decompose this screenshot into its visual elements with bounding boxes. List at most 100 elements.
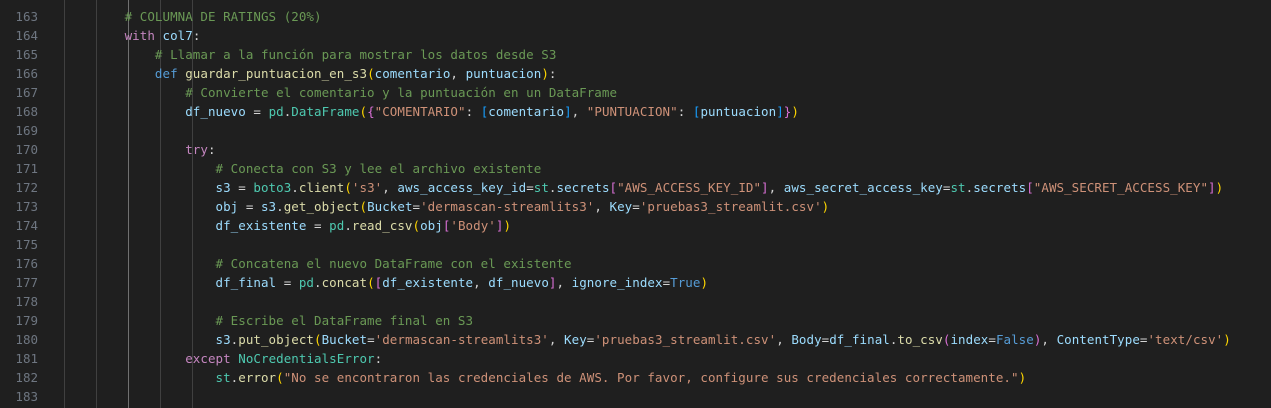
code-token: . — [314, 275, 322, 290]
code-token: ( — [412, 218, 421, 233]
code-token: pd — [298, 275, 315, 290]
code-token: "AWS_ACCESS_KEY_ID" — [617, 180, 762, 195]
line-number: 181 — [15, 351, 38, 366]
line-number: 177 — [15, 275, 38, 290]
code-token: comentario — [374, 66, 451, 81]
code-token: { — [367, 104, 375, 119]
code-token: with — [124, 28, 155, 43]
code-token: index — [950, 332, 989, 347]
code-line[interactable]: 177 df_final = pd.concat([df_existente, … — [0, 273, 1271, 292]
code-token: . — [291, 180, 299, 195]
code-token: df_existente — [215, 218, 307, 233]
code-token: "No se encontraron las credenciales de A… — [283, 370, 1019, 385]
code-token: get_object — [283, 199, 360, 214]
code-token: ContentType — [1056, 332, 1140, 347]
code-token: pd — [268, 104, 284, 119]
code-line[interactable]: 171 # Conecta con S3 y lee el archivo ex… — [0, 159, 1271, 178]
code-token: # Conecta con S3 y lee el archivo existe… — [215, 161, 542, 176]
code-token: Body — [791, 332, 822, 347]
code-text: except NoCredentialsError: — [64, 349, 382, 368]
code-token: ] — [776, 104, 784, 119]
code-token: def — [154, 66, 178, 81]
code-line[interactable]: 181 except NoCredentialsError: — [0, 349, 1271, 368]
code-text: def guardar_puntuacion_en_s3(comentario,… — [64, 64, 557, 83]
code-token: NoCredentialsError — [238, 351, 375, 366]
code-line[interactable]: 163 # COLUMNA DE RATINGS (20%) — [0, 7, 1271, 26]
code-line[interactable]: 168 df_nuevo = pd.DataFrame({"COMENTARIO… — [0, 102, 1271, 121]
code-token: ( — [359, 104, 368, 119]
code-token: ( — [314, 332, 322, 347]
code-token: 'text/csv' — [1147, 332, 1224, 347]
code-token: st — [950, 180, 966, 195]
code-token: ) — [541, 66, 549, 81]
code-token: ) — [791, 104, 799, 119]
code-line[interactable]: 178 — [0, 292, 1271, 311]
code-token: secrets — [973, 180, 1027, 195]
code-token: [ — [1026, 180, 1034, 195]
code-text: try: — [64, 140, 216, 159]
code-token: ( — [344, 180, 352, 195]
code-token: pd — [329, 218, 345, 233]
code-token: obj — [420, 218, 443, 233]
code-token: 'pruebas3_streamlit.csv' — [639, 199, 822, 214]
code-line[interactable]: 179 # Escribe el DataFrame final en S3 — [0, 311, 1271, 330]
code-text: s3 = boto3.client('s3', aws_access_key_i… — [64, 178, 1224, 197]
code-line[interactable]: 169 — [0, 121, 1271, 140]
code-token: except — [185, 351, 231, 366]
code-line[interactable]: 172 s3 = boto3.client('s3', aws_access_k… — [0, 178, 1271, 197]
code-token: concat — [321, 275, 368, 290]
code-line[interactable]: 173 obj = s3.get_object(Bucket='dermasca… — [0, 197, 1271, 216]
line-number: 166 — [15, 66, 38, 81]
code-token: st — [533, 180, 549, 195]
code-token: "COMENTARIO" — [374, 104, 466, 119]
code-token: DataFrame — [291, 104, 360, 119]
code-line[interactable]: 167 # Convierte el comentario y la puntu… — [0, 83, 1271, 102]
line-number: 168 — [15, 104, 38, 119]
code-token: : — [374, 351, 383, 366]
code-text: df_existente = pd.read_csv(obj['Body']) — [64, 216, 511, 235]
code-token: : — [465, 104, 481, 119]
code-line[interactable]: 170 try: — [0, 140, 1271, 159]
code-line[interactable]: 183 — [0, 387, 1271, 406]
code-token: ) — [700, 275, 709, 290]
line-number: 163 — [15, 9, 38, 24]
code-token: ) — [1215, 180, 1224, 195]
code-token: = — [662, 275, 671, 290]
code-line[interactable]: 175 — [0, 235, 1271, 254]
code-token: df_final — [215, 275, 277, 290]
code-token: ( — [367, 66, 375, 81]
code-token: True — [670, 275, 701, 290]
line-number: 183 — [15, 389, 38, 404]
line-number: 165 — [15, 47, 38, 62]
code-token: puntuacion — [700, 104, 777, 119]
code-line[interactable]: 166 def guardar_puntuacion_en_s3(comenta… — [0, 64, 1271, 83]
line-number: 173 — [15, 199, 38, 214]
code-line[interactable]: 164 with col7: — [0, 26, 1271, 45]
code-line[interactable]: 174 df_existente = pd.read_csv(obj['Body… — [0, 216, 1271, 235]
line-number: 180 — [15, 332, 38, 347]
code-token: = — [632, 199, 640, 214]
line-number: 174 — [15, 218, 38, 233]
code-token: ignore_index — [571, 275, 663, 290]
code-text: # Llamar a la función para mostrar los d… — [64, 45, 556, 64]
code-text: df_nuevo = pd.DataFrame({"COMENTARIO": [… — [64, 102, 799, 121]
code-line[interactable]: 176 # Concatena el nuevo DataFrame con e… — [0, 254, 1271, 273]
line-number: 171 — [15, 161, 38, 176]
code-token: aws_access_key_id — [397, 180, 527, 195]
code-token: "PUNTUACION" — [586, 104, 678, 119]
line-number: 175 — [15, 237, 38, 252]
code-token: obj — [215, 199, 239, 214]
code-token: ) — [821, 199, 830, 214]
code-editor[interactable]: 163 # COLUMNA DE RATINGS (20%) 164 with c… — [0, 0, 1271, 408]
code-line[interactable]: 165 # Llamar a la función para mostrar l… — [0, 45, 1271, 64]
code-line[interactable]: 180 s3.put_object(Bucket='dermascan-stre… — [0, 330, 1271, 349]
code-line[interactable]: 182 st.error("No se encontraron las cred… — [0, 368, 1271, 387]
